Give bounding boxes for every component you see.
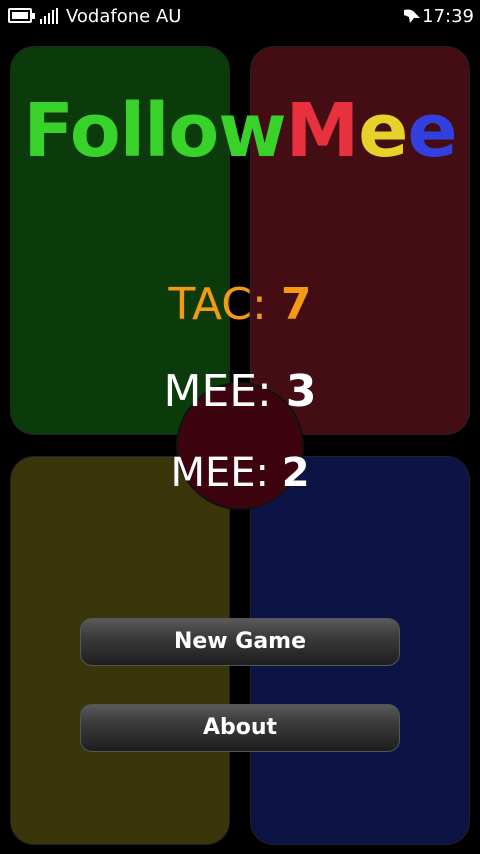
- signal-icon: [40, 8, 60, 24]
- mee-score-1-label: MEE:: [163, 366, 272, 417]
- title-follow: Follow: [23, 88, 286, 174]
- mee-score-1: MEE: 3: [0, 366, 480, 418]
- title-e2: e: [407, 88, 457, 174]
- mee-score-1-value: 3: [285, 366, 317, 417]
- clock: 17:39: [422, 6, 474, 27]
- battery-icon: [8, 8, 35, 23]
- tac-score-label: TAC:: [168, 279, 267, 330]
- carrier-name: Vodafone AU: [66, 6, 182, 27]
- mee-score-2-value: 2: [281, 450, 310, 496]
- tac-score-value: 7: [280, 279, 312, 330]
- app-screen: Vodafone AU 17:39 FollowMee TAC: 7 MEE: …: [0, 0, 480, 854]
- title-m: M: [285, 88, 360, 174]
- mee-score-2: MEE: 2: [0, 447, 480, 499]
- mee-score-2-label: MEE:: [170, 450, 269, 496]
- about-button[interactable]: About: [80, 704, 400, 752]
- app-title: FollowMee: [0, 88, 480, 174]
- tac-score: TAC: 7: [0, 279, 480, 331]
- notification-icon: [404, 9, 420, 23]
- title-e1: e: [358, 88, 408, 174]
- new-game-button[interactable]: New Game: [80, 618, 400, 666]
- status-bar: Vodafone AU 17:39: [0, 0, 480, 34]
